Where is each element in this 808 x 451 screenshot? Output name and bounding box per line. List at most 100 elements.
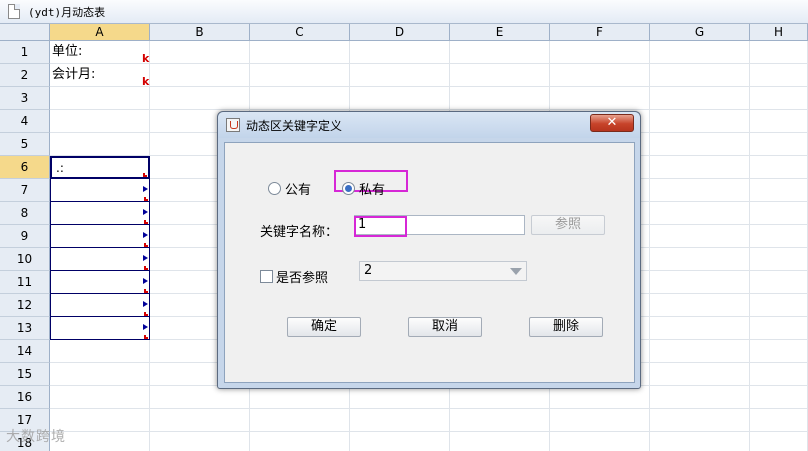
cell-h4[interactable] [750, 110, 808, 133]
row-header-16[interactable]: 16 [0, 386, 50, 409]
row-header-11[interactable]: 11 [0, 271, 50, 294]
cell-f16[interactable] [550, 386, 650, 409]
row-header-4[interactable]: 4 [0, 110, 50, 133]
cell-d17[interactable] [350, 409, 450, 432]
cell-g8[interactable] [650, 202, 750, 225]
row-header-15[interactable]: 15 [0, 363, 50, 386]
cell-g3[interactable] [650, 87, 750, 110]
cell-g14[interactable] [650, 340, 750, 363]
cell-g15[interactable] [650, 363, 750, 386]
cell-g13[interactable] [650, 317, 750, 340]
row-header-12[interactable]: 12 [0, 294, 50, 317]
cell-f18[interactable] [550, 432, 650, 451]
cell-c18[interactable] [250, 432, 350, 451]
cell-f17[interactable] [550, 409, 650, 432]
dialog-titlebar[interactable]: 动态区关键字定义 ✕ [218, 112, 640, 138]
radio-public[interactable]: 公有 [268, 179, 311, 198]
cell-h13[interactable] [750, 317, 808, 340]
cell-a16[interactable] [50, 386, 150, 409]
row-header-1[interactable]: 1 [0, 41, 50, 64]
close-button[interactable]: ✕ [590, 114, 634, 132]
cell-h9[interactable] [750, 225, 808, 248]
radio-private[interactable]: 私有 [342, 179, 385, 198]
cell-f3[interactable] [550, 87, 650, 110]
cell-e2[interactable] [450, 64, 550, 87]
cell-h2[interactable] [750, 64, 808, 87]
cell-d18[interactable] [350, 432, 450, 451]
cell-h18[interactable] [750, 432, 808, 451]
cell-g5[interactable] [650, 133, 750, 156]
row-header-3[interactable]: 3 [0, 87, 50, 110]
cell-e18[interactable] [450, 432, 550, 451]
cell-h8[interactable] [750, 202, 808, 225]
is-reference-check[interactable] [260, 270, 273, 283]
cell-h17[interactable] [750, 409, 808, 432]
cell-a4[interactable] [50, 110, 150, 133]
selected-dynamic-cell[interactable]: .: [50, 156, 150, 179]
cell-e3[interactable] [450, 87, 550, 110]
is-reference-checkbox[interactable]: 是否参照 [260, 267, 328, 286]
cell-b3[interactable] [150, 87, 250, 110]
cell-b16[interactable] [150, 386, 250, 409]
cell-h12[interactable] [750, 294, 808, 317]
cell-g1[interactable] [650, 41, 750, 64]
column-header-a[interactable]: A [50, 24, 150, 41]
row-header-8[interactable]: 8 [0, 202, 50, 225]
dynamic-area-cell[interactable] [50, 294, 150, 317]
cell-b18[interactable] [150, 432, 250, 451]
dynamic-area-cell[interactable] [50, 202, 150, 225]
column-header-b[interactable]: B [150, 24, 250, 41]
cell-g16[interactable] [650, 386, 750, 409]
column-header-f[interactable]: F [550, 24, 650, 41]
cell-c3[interactable] [250, 87, 350, 110]
cell-g2[interactable] [650, 64, 750, 87]
cell-g11[interactable] [650, 271, 750, 294]
cell-e16[interactable] [450, 386, 550, 409]
cell-a3[interactable] [50, 87, 150, 110]
cell-h5[interactable] [750, 133, 808, 156]
dynamic-area-cell[interactable] [50, 225, 150, 248]
ok-button[interactable]: 确定 [287, 317, 361, 337]
row-header-9[interactable]: 9 [0, 225, 50, 248]
cell-g10[interactable] [650, 248, 750, 271]
cell-g9[interactable] [650, 225, 750, 248]
cell-h11[interactable] [750, 271, 808, 294]
row-header-14[interactable]: 14 [0, 340, 50, 363]
row-header-13[interactable]: 13 [0, 317, 50, 340]
cell-g4[interactable] [650, 110, 750, 133]
column-header-g[interactable]: G [650, 24, 750, 41]
cell-f1[interactable] [550, 41, 650, 64]
cell-h15[interactable] [750, 363, 808, 386]
cell-c17[interactable] [250, 409, 350, 432]
dynamic-area-cell[interactable] [50, 179, 150, 202]
radio-private-circle[interactable] [342, 182, 355, 195]
cell-c2[interactable] [250, 64, 350, 87]
dynamic-area-cell[interactable] [50, 317, 150, 340]
column-header-c[interactable]: C [250, 24, 350, 41]
column-header-e[interactable]: E [450, 24, 550, 41]
cell-h14[interactable] [750, 340, 808, 363]
cell-d1[interactable] [350, 41, 450, 64]
cell-h3[interactable] [750, 87, 808, 110]
cancel-button[interactable]: 取消 [408, 317, 482, 337]
dynamic-area-cell[interactable] [50, 248, 150, 271]
cell-h16[interactable] [750, 386, 808, 409]
row-header-10[interactable]: 10 [0, 248, 50, 271]
cell-a5[interactable] [50, 133, 150, 156]
cell-h7[interactable] [750, 179, 808, 202]
reference-select[interactable]: 2 [359, 261, 527, 281]
select-all-corner[interactable] [0, 24, 50, 41]
row-header-6[interactable]: 6 [0, 156, 50, 179]
row-header-2[interactable]: 2 [0, 64, 50, 87]
row-header-7[interactable]: 7 [0, 179, 50, 202]
cell-g12[interactable] [650, 294, 750, 317]
cell-d2[interactable] [350, 64, 450, 87]
cell-b17[interactable] [150, 409, 250, 432]
cell-h10[interactable] [750, 248, 808, 271]
cell-b1[interactable] [150, 41, 250, 64]
cell-c1[interactable] [250, 41, 350, 64]
reference-button[interactable]: 参照 [531, 215, 605, 235]
cell-c16[interactable] [250, 386, 350, 409]
cell-h6[interactable] [750, 156, 808, 179]
column-header-h[interactable]: H [750, 24, 808, 41]
